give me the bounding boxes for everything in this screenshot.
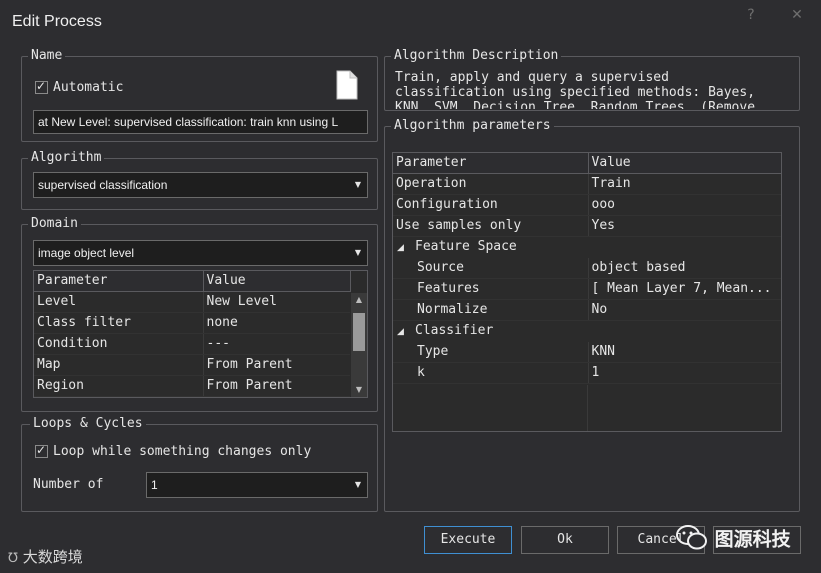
title-bar: Edit Process ? ✕	[0, 0, 821, 40]
table-row[interactable]: Configuration ooo	[393, 194, 781, 216]
table-row[interactable]: Use samples only Yes	[393, 215, 781, 237]
table-row[interactable]: Operation Train	[393, 173, 781, 195]
collapse-icon[interactable]: ◢	[397, 322, 415, 342]
param-cell: Use samples only	[393, 215, 588, 237]
domain-param-grid: Parameter Value Level New Level Class fil…	[33, 270, 368, 398]
loop-checkbox[interactable]	[35, 443, 48, 458]
param-cell: Configuration	[393, 194, 588, 216]
table-row[interactable]: Level New Level	[34, 291, 350, 313]
value-cell[interactable]: 1	[587, 362, 781, 384]
category-row-feature-space[interactable]: ◢ Feature Space	[393, 236, 781, 258]
automatic-label: Automatic	[53, 80, 124, 95]
category-label: Classifier	[415, 323, 494, 338]
domain-select-value: image object level	[38, 246, 135, 260]
scroll-up-icon[interactable]: ▲	[351, 293, 367, 307]
value-cell[interactable]: KNN	[587, 342, 781, 363]
domain-param-table: Parameter Value Level New Level Class fil…	[34, 271, 351, 397]
value-cell[interactable]: [ Mean Layer 7, Mean...	[587, 278, 781, 300]
value-cell[interactable]: No	[587, 299, 781, 321]
wechat-icon	[676, 525, 715, 550]
scroll-down-icon[interactable]: ▼	[351, 383, 367, 397]
watermark-right: 图源科技	[676, 524, 791, 552]
help-button[interactable]: ?	[740, 5, 762, 25]
column-header-value[interactable]: Value	[203, 271, 351, 292]
number-of-select[interactable]: 1 ▼	[146, 472, 368, 498]
domain-grid-scrollbar[interactable]: ▲ ▼	[351, 293, 367, 397]
number-of-value: 1	[151, 478, 158, 492]
value-cell[interactable]: Train	[587, 173, 781, 195]
value-cell[interactable]: From Parent	[202, 375, 350, 397]
param-cell: Level	[34, 291, 203, 313]
process-name-field[interactable]: at New Level: supervised classification:…	[33, 110, 368, 134]
value-cell[interactable]: Yes	[587, 215, 781, 237]
grid-divider	[587, 385, 588, 431]
description-group-legend: Algorithm Description	[391, 49, 562, 63]
watermark-logo-icon: ℧	[8, 551, 18, 566]
grid-header: Parameter Value	[393, 153, 781, 174]
algorithm-group-legend: Algorithm	[28, 151, 105, 165]
chevron-down-icon[interactable]: ▼	[349, 473, 367, 497]
window-title: Edit Process	[12, 13, 102, 30]
parameters-group-legend: Algorithm parameters	[391, 119, 554, 133]
param-cell: Source	[393, 258, 588, 279]
description-line: Train, apply and query a supervised	[395, 70, 669, 85]
domain-group-legend: Domain	[28, 217, 81, 231]
value-cell[interactable]: ooo	[587, 194, 781, 216]
param-cell: Map	[34, 354, 203, 376]
chevron-down-icon[interactable]: ▼	[349, 241, 367, 265]
table-row[interactable]: Map From Parent	[34, 354, 350, 376]
table-row[interactable]: Features[ Mean Layer 7, Mean...	[393, 278, 781, 300]
execute-button[interactable]: Execute	[424, 526, 512, 554]
param-cell: Operation	[393, 173, 588, 195]
loops-group-legend: Loops & Cycles	[30, 417, 146, 431]
table-row[interactable]: k1	[393, 362, 781, 384]
value-cell[interactable]: New Level	[202, 291, 350, 313]
document-icon[interactable]	[336, 70, 358, 103]
description-line: KNN, SVM, Decision Tree, Random Trees. (…	[395, 100, 756, 109]
column-header-parameter[interactable]: Parameter	[393, 153, 589, 174]
table-row[interactable]: Condition ---	[34, 333, 350, 355]
description-line: classification using specified methods: …	[395, 85, 756, 100]
param-cell: Region	[34, 375, 203, 397]
scroll-thumb[interactable]	[353, 313, 365, 351]
collapse-icon[interactable]: ◢	[397, 238, 415, 258]
ok-button[interactable]: Ok	[521, 526, 609, 554]
value-cell[interactable]: ---	[202, 333, 350, 355]
watermark-right-text: 图源科技	[714, 528, 791, 551]
watermark-left: ℧ 大数跨境	[8, 546, 83, 567]
automatic-checkbox[interactable]	[35, 79, 48, 94]
param-cell: Class filter	[34, 312, 203, 334]
value-cell[interactable]: From Parent	[202, 354, 350, 376]
value-cell[interactable]: object based	[587, 258, 781, 279]
table-row[interactable]: Type KNN	[393, 342, 781, 363]
grid-header: Parameter Value	[34, 271, 351, 292]
name-group-legend: Name	[28, 49, 66, 63]
param-cell: Type	[393, 342, 588, 363]
param-cell: Condition	[34, 333, 203, 355]
table-row[interactable]: Class filter none	[34, 312, 350, 334]
param-cell: k	[393, 362, 588, 384]
watermark-left-text: 大数跨境	[22, 548, 83, 566]
algorithm-description-text: Train, apply and query a supervised clas…	[395, 70, 795, 109]
algorithm-select[interactable]: supervised classification ▼	[33, 172, 368, 198]
value-cell[interactable]: none	[202, 312, 350, 334]
loops-group-frame	[21, 424, 378, 512]
category-row-classifier[interactable]: ◢ Classifier	[393, 320, 781, 342]
param-cell: Features	[393, 278, 588, 300]
chevron-down-icon[interactable]: ▼	[349, 173, 367, 197]
param-cell: Normalize	[393, 299, 588, 321]
loop-label: Loop while something changes only	[53, 444, 312, 459]
column-header-parameter[interactable]: Parameter	[34, 271, 204, 292]
column-header-value[interactable]: Value	[588, 153, 781, 174]
table-row[interactable]: Normalize No	[393, 299, 781, 321]
table-row[interactable]: Source object based	[393, 258, 781, 279]
algorithm-param-grid: Parameter Value Operation Train Configura…	[392, 152, 782, 432]
algorithm-select-value: supervised classification	[38, 178, 168, 192]
category-label: Feature Space	[415, 239, 517, 254]
domain-select[interactable]: image object level ▼	[33, 240, 368, 266]
table-row[interactable]: Region From Parent	[34, 375, 350, 397]
close-button[interactable]: ✕	[786, 5, 808, 25]
algorithm-param-table: Parameter Value Operation Train Configura…	[393, 153, 781, 384]
number-of-label: Number of	[33, 477, 104, 492]
